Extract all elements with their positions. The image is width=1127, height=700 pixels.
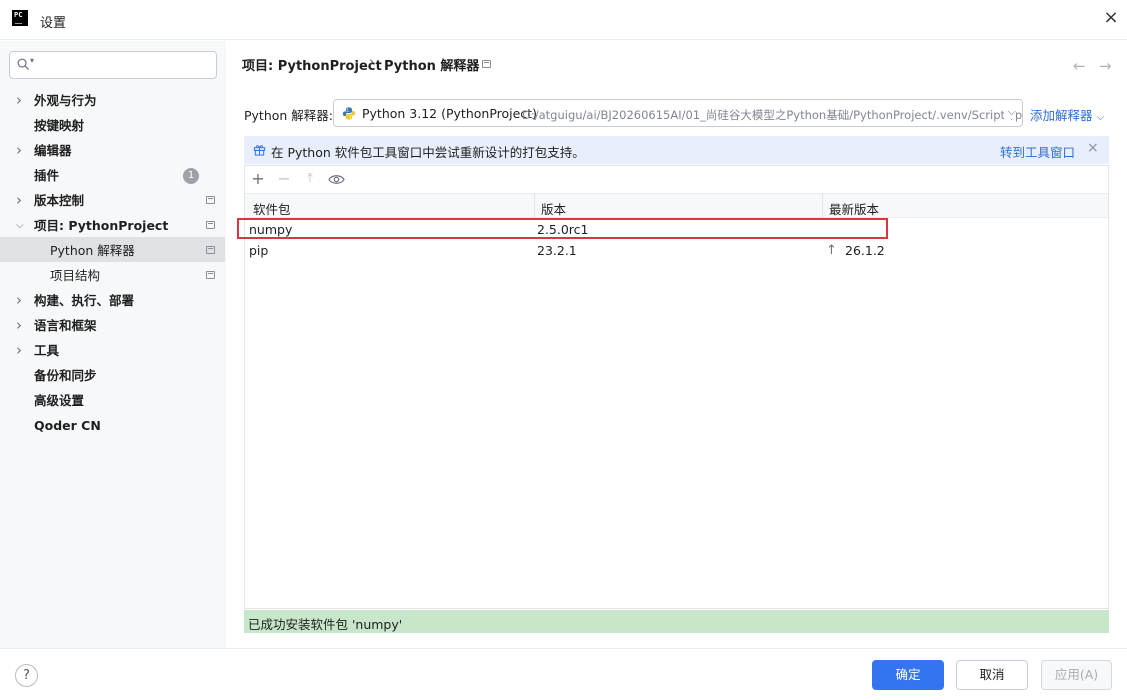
sidebar-item[interactable]: 编辑器: [34, 138, 72, 163]
breadcrumb-parent[interactable]: 项目: PythonProject: [242, 55, 382, 74]
title-bar: PC 设置 ×: [0, 0, 1127, 40]
plugins-update-badge: 1: [183, 168, 199, 184]
packages-toolbar: + − ⤒: [245, 166, 1108, 193]
interpreter-select[interactable]: Python 3.12 (PythonProject) D:/atguigu/a…: [333, 99, 1023, 127]
packages-table-header: 软件包 版本 最新版本: [245, 193, 1108, 218]
column-header-package[interactable]: 软件包: [253, 199, 291, 218]
apply-button[interactable]: 应用(A): [1041, 660, 1112, 690]
ok-button[interactable]: 确定: [872, 660, 944, 690]
add-icon[interactable]: +: [249, 170, 267, 188]
footer-divider: [0, 648, 1127, 649]
close-icon[interactable]: ×: [1087, 140, 1099, 156]
table-row[interactable]: pip 23.2.1 ↑ 26.1.2: [245, 240, 1108, 262]
chevron-right-icon[interactable]: ›: [16, 288, 26, 313]
sidebar-item[interactable]: Python 解释器: [50, 238, 135, 263]
package-version: 23.2.1: [537, 243, 577, 258]
project-scope-icon: [482, 60, 491, 68]
window-title: 设置: [40, 16, 67, 31]
sidebar-item[interactable]: 项目结构: [50, 263, 100, 288]
project-scope-icon: [206, 246, 215, 254]
back-arrow-icon[interactable]: ←: [1073, 57, 1086, 75]
sidebar-item[interactable]: 项目: PythonProject: [34, 213, 168, 238]
chevron-right-icon[interactable]: ›: [16, 338, 26, 363]
install-status-bar: 已成功安装软件包 'numpy': [244, 610, 1109, 633]
chevron-down-icon: ⌵: [1096, 112, 1105, 123]
forward-arrow-icon[interactable]: →: [1099, 57, 1112, 75]
chevron-right-icon[interactable]: ›: [16, 313, 26, 338]
interpreter-label: Python 解释器:: [244, 108, 334, 123]
pycharm-app-icon: PC: [12, 10, 28, 26]
numpy-highlight-annotation: [237, 218, 888, 239]
close-icon[interactable]: ×: [1102, 9, 1120, 27]
info-banner: 在 Python 软件包工具窗口中尝试重新设计的打包支持。 转到工具窗口 ×: [244, 136, 1109, 164]
sidebar-item[interactable]: 插件: [34, 163, 59, 188]
search-dropdown-icon: ▾: [30, 56, 35, 65]
help-button[interactable]: ?: [15, 664, 38, 687]
sidebar-item[interactable]: 构建、执行、部署: [34, 288, 134, 313]
sidebar-item[interactable]: 语言和框架: [34, 313, 97, 338]
go-to-tool-window-link[interactable]: 转到工具窗口: [1000, 142, 1075, 161]
add-interpreter-link[interactable]: 添加解释器 ⌵: [1030, 105, 1104, 124]
remove-icon[interactable]: −: [275, 170, 293, 188]
package-latest: 26.1.2: [845, 243, 885, 258]
upgrade-available-icon: ↑: [826, 243, 837, 258]
project-scope-icon: [206, 196, 215, 204]
chevron-down-icon: ⌵: [1003, 105, 1016, 119]
chevron-down-icon[interactable]: ⌵: [16, 213, 26, 238]
interpreter-name: Python 3.12 (PythonProject): [362, 106, 537, 121]
column-divider: [534, 194, 535, 218]
sidebar-item[interactable]: 工具: [34, 338, 59, 363]
status-text: 已成功安装软件包 'numpy': [248, 617, 403, 632]
package-name: pip: [249, 243, 269, 258]
sidebar-item[interactable]: 备份和同步: [34, 363, 97, 388]
column-header-version[interactable]: 版本: [541, 199, 566, 218]
settings-search-input[interactable]: ▾: [9, 51, 217, 79]
sidebar-item[interactable]: 高级设置: [34, 388, 84, 413]
sidebar-item[interactable]: 外观与行为: [34, 88, 97, 113]
sidebar-item[interactable]: 按键映射: [34, 113, 84, 138]
banner-text: 在 Python 软件包工具窗口中尝试重新设计的打包支持。: [271, 145, 585, 160]
interpreter-path: D:/atguigu/ai/BJ20260615AI/01_尚硅谷大模型之Pyt…: [522, 108, 1023, 122]
column-header-latest-version[interactable]: 最新版本: [829, 199, 879, 218]
sidebar-item[interactable]: Qoder CN: [34, 413, 101, 438]
eye-icon[interactable]: [328, 174, 345, 185]
column-divider: [822, 194, 823, 218]
breadcrumb-current: Python 解释器: [384, 59, 480, 74]
gift-icon: [253, 145, 266, 156]
upgrade-icon[interactable]: ⤒: [301, 170, 319, 188]
project-scope-icon: [206, 271, 215, 279]
sidebar-item[interactable]: 版本控制: [34, 188, 84, 213]
breadcrumb-separator: ›: [369, 55, 375, 70]
chevron-right-icon[interactable]: ›: [16, 138, 26, 163]
search-icon: [17, 58, 30, 71]
cancel-button[interactable]: 取消: [956, 660, 1028, 690]
chevron-right-icon[interactable]: ›: [16, 188, 26, 213]
project-scope-icon: [206, 221, 215, 229]
add-interpreter-label: 添加解释器: [1030, 108, 1093, 123]
python-logo-icon: [342, 107, 356, 120]
chevron-right-icon[interactable]: ›: [16, 88, 26, 113]
